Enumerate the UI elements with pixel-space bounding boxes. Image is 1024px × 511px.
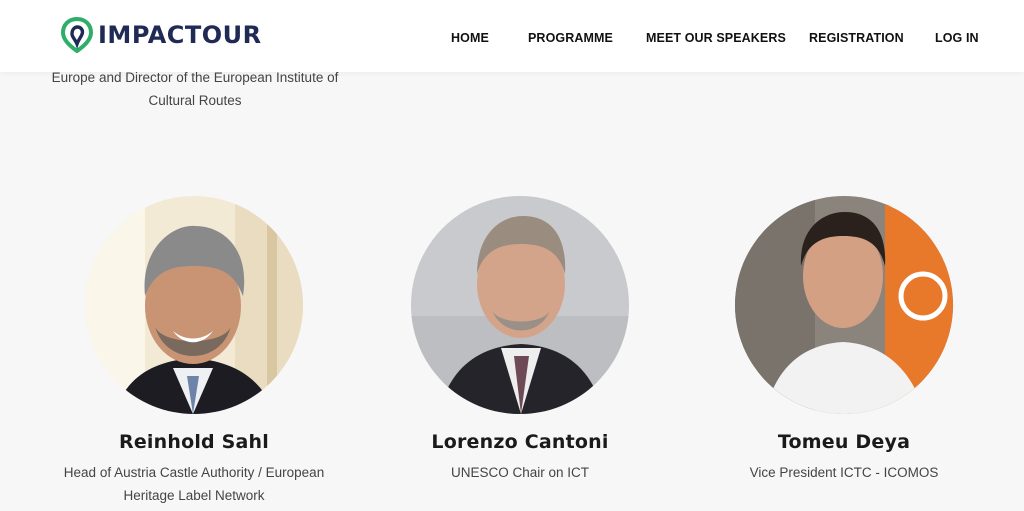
speaker-name: Reinhold Sahl — [118, 431, 269, 453]
speaker-photo — [735, 196, 953, 414]
speaker-card: Tomeu Deya Vice President ICTC - ICOMOS — [694, 196, 994, 484]
site-header: IMPACTOUR HOME PROGRAMME MEET OUR SPEAKE… — [0, 0, 1024, 72]
main-nav: HOME PROGRAMME MEET OUR SPEAKERS REGISTR… — [0, 31, 1024, 47]
previous-speaker-role: Europe and Director of the European Inst… — [51, 70, 339, 108]
speaker-role: UNESCO Chair on ICT — [450, 465, 590, 480]
nav-meet-our-speakers[interactable]: MEET OUR SPEAKERS — [646, 31, 786, 45]
speaker-role: Head of Austria Castle Authority / Europ… — [63, 465, 325, 503]
speaker-card: Reinhold Sahl Head of Austria Castle Aut… — [44, 196, 344, 507]
nav-home[interactable]: HOME — [451, 31, 489, 45]
speaker-role: Vice President ICTC - ICOMOS — [749, 465, 939, 480]
speaker-name: Lorenzo Cantoni — [431, 431, 609, 453]
nav-log-in[interactable]: LOG IN — [935, 31, 979, 45]
nav-registration[interactable]: REGISTRATION — [809, 31, 904, 45]
speaker-card: Lorenzo Cantoni UNESCO Chair on ICT — [370, 196, 670, 484]
speaker-photo — [85, 196, 303, 414]
speaker-name: Tomeu Deya — [777, 431, 911, 453]
speaker-photo — [411, 196, 629, 414]
nav-programme[interactable]: PROGRAMME — [528, 31, 613, 45]
